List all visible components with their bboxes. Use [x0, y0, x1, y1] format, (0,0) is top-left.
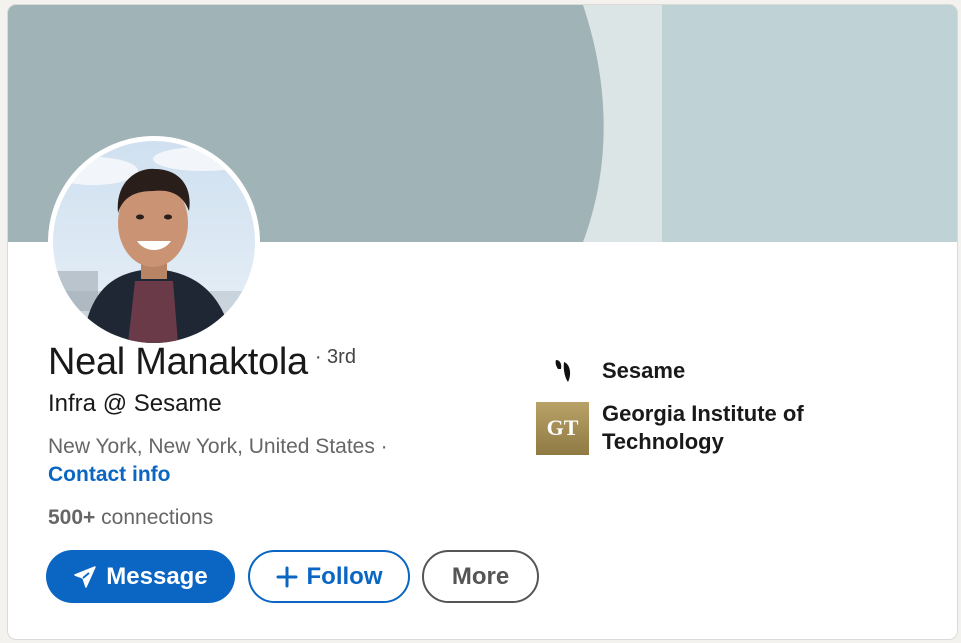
- message-button-label: Message: [106, 562, 208, 590]
- connections-label: connections: [101, 506, 214, 529]
- profile-name: Neal Manaktola: [48, 341, 308, 383]
- connections-count[interactable]: 500+ connections: [48, 506, 213, 530]
- connections-number: 500+: [48, 506, 96, 529]
- message-button[interactable]: Message: [46, 550, 235, 603]
- profile-avatar[interactable]: [48, 136, 260, 348]
- sesame-logo-icon: [536, 344, 589, 397]
- more-button[interactable]: More: [422, 550, 539, 603]
- profile-headline: Infra @ Sesame: [48, 390, 222, 417]
- georgia-tech-logo-icon: GT: [536, 401, 589, 455]
- org-education[interactable]: GT Georgia Institute of Technology: [536, 400, 832, 456]
- profile-photo: [53, 141, 255, 343]
- plus-icon: [276, 566, 298, 588]
- org-name-sesame: Sesame: [602, 357, 686, 383]
- gt-logo-text: GT: [547, 415, 579, 440]
- more-button-label: More: [451, 562, 510, 590]
- contact-info-link[interactable]: Contact info: [48, 463, 170, 487]
- follow-button[interactable]: Follow: [248, 550, 410, 603]
- profile-card: Neal Manaktola · 3rd Infra @ Sesame New …: [7, 4, 958, 640]
- profile-location: New York, New York, United States ·: [48, 435, 388, 458]
- connection-degree: · 3rd: [314, 346, 356, 368]
- org-current-company[interactable]: Sesame: [536, 344, 832, 397]
- follow-button-label: Follow: [306, 562, 383, 590]
- org-name-georgia-tech: Georgia Institute of Technology: [602, 401, 804, 454]
- send-icon: [73, 565, 97, 589]
- profile-name-row: Neal Manaktola · 3rd: [48, 341, 356, 387]
